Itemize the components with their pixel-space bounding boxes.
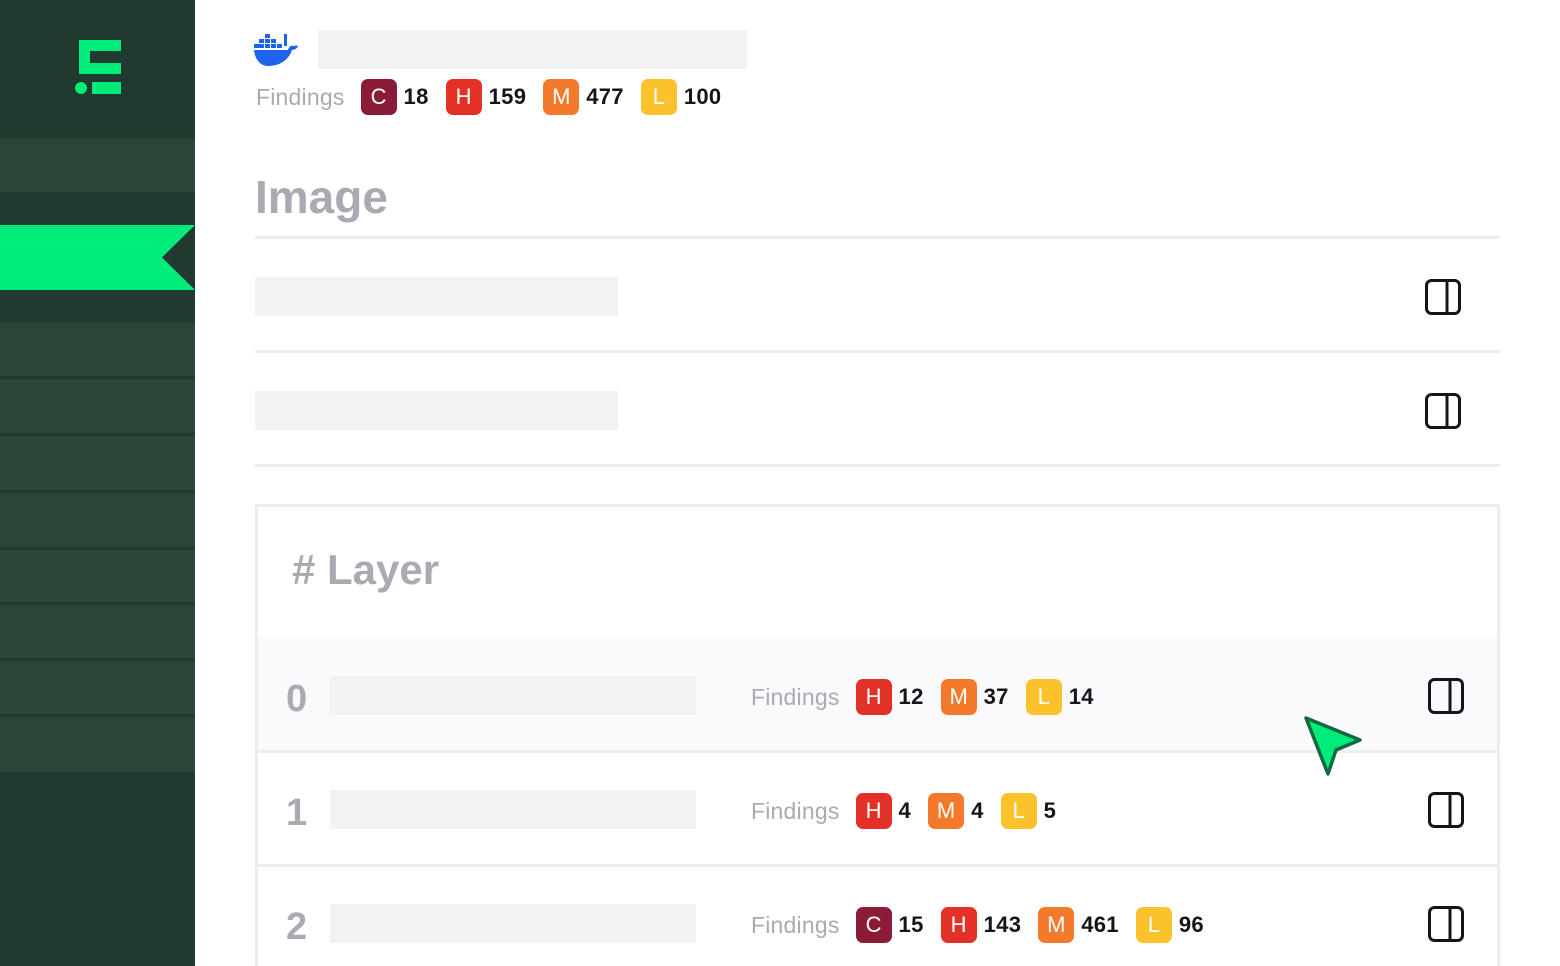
header-findings: Findings C 18 H 159 M 477 L 100	[256, 79, 738, 115]
high-count: 4	[898, 798, 912, 823]
critical-count: 15	[898, 912, 924, 937]
layer-findings: Findings C 15 H 143 M 461 L 96	[751, 907, 1221, 943]
severity-badge-high: H	[855, 793, 892, 829]
findings-label: Findings	[256, 83, 345, 110]
layer-name-placeholder	[330, 676, 696, 715]
divider	[255, 236, 1500, 239]
layer-findings: Findings H 4 M 4 L 5	[751, 793, 1073, 829]
severity-badge-medium: M	[1038, 907, 1075, 943]
sidebar-divider	[0, 376, 195, 379]
critical-count: 18	[403, 84, 429, 109]
pointer-cursor-icon	[1304, 716, 1362, 776]
image-row-placeholder	[255, 391, 618, 430]
layer-name-placeholder	[330, 904, 696, 943]
layer-name-placeholder	[330, 790, 696, 829]
sidebar-item-1[interactable]	[0, 138, 195, 192]
layer-findings: Findings H 12 M 37 L 14	[751, 679, 1111, 715]
section-title-image: Image	[255, 171, 388, 223]
low-count: 5	[1043, 798, 1057, 823]
severity-badge-low: L	[640, 79, 677, 115]
section-title-layer: # Layer	[292, 546, 440, 593]
findings-label: Findings	[751, 911, 840, 938]
severity-badge-low: L	[1135, 907, 1172, 943]
image-row-placeholder	[255, 277, 618, 316]
layer-index: 1	[286, 792, 308, 834]
side-panel-icon[interactable]	[1425, 393, 1461, 429]
severity-badge-medium: M	[940, 679, 977, 715]
side-panel-icon[interactable]	[1425, 279, 1461, 315]
severity-badge-high: H	[445, 79, 482, 115]
findings-label: Findings	[751, 797, 840, 824]
medium-count: 461	[1081, 912, 1119, 937]
medium-count: 37	[983, 684, 1009, 709]
high-count: 159	[488, 84, 527, 109]
docker-whale-icon	[254, 34, 298, 66]
low-count: 14	[1068, 684, 1094, 709]
side-panel-icon[interactable]	[1428, 678, 1464, 714]
divider	[255, 350, 1500, 353]
severity-badge-high: H	[940, 907, 977, 943]
sidebar-divider	[0, 433, 195, 436]
severity-badge-medium: M	[543, 79, 580, 115]
sidebar-divider	[0, 547, 195, 550]
brand-logo-icon[interactable]	[73, 40, 123, 96]
side-panel-icon[interactable]	[1428, 792, 1464, 828]
image-name-placeholder	[318, 30, 747, 69]
sidebar-divider	[0, 490, 195, 493]
sidebar-item-active[interactable]	[0, 225, 195, 290]
layer-index: 0	[286, 678, 308, 720]
severity-badge-medium: M	[928, 793, 965, 829]
layer-index: 2	[286, 906, 308, 948]
severity-badge-critical: C	[360, 79, 397, 115]
medium-count: 477	[586, 84, 624, 109]
side-panel-icon[interactable]	[1428, 906, 1464, 942]
findings-label: Findings	[751, 683, 840, 710]
severity-badge-critical: C	[855, 907, 892, 943]
medium-count: 4	[971, 798, 984, 823]
divider	[255, 464, 1500, 467]
sidebar-divider	[0, 602, 195, 605]
sidebar-divider	[0, 714, 195, 717]
severity-badge-low: L	[1000, 793, 1037, 829]
low-count: 96	[1178, 912, 1204, 937]
severity-badge-low: L	[1025, 679, 1062, 715]
high-count: 143	[983, 912, 1022, 937]
sidebar-divider	[0, 658, 195, 661]
severity-badge-high: H	[855, 679, 892, 715]
low-count: 100	[683, 84, 722, 109]
high-count: 12	[898, 684, 924, 709]
sidebar	[0, 0, 195, 966]
